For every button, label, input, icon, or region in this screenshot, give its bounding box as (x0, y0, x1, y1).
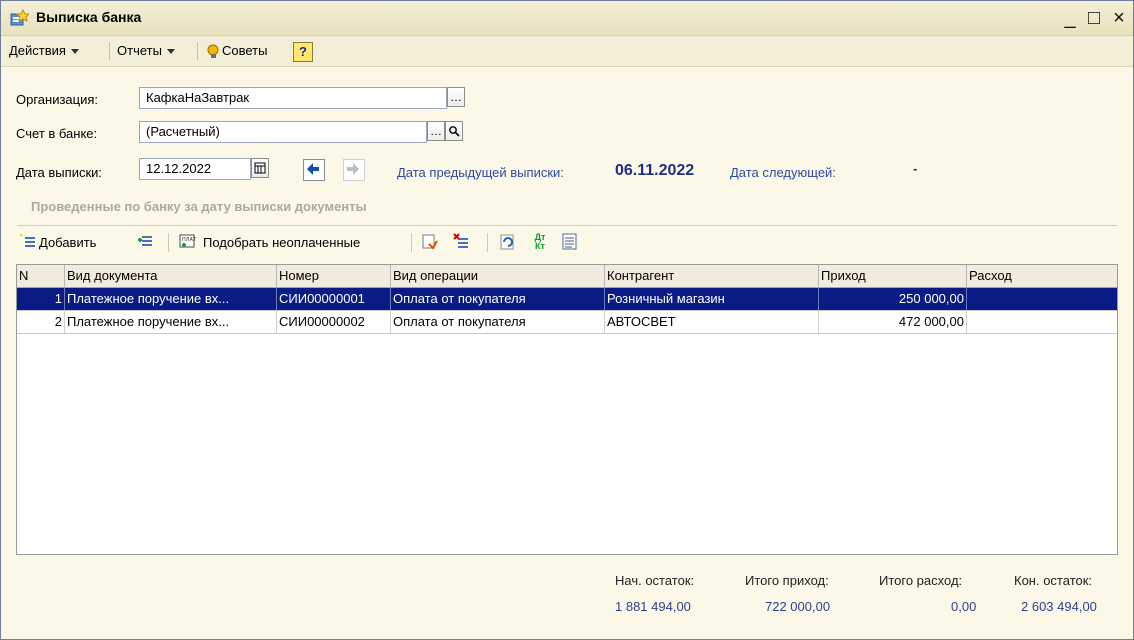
counterparty-cell: Розничный магазин (605, 288, 819, 310)
document-number-cell: СИИ00000002 (277, 311, 391, 333)
income-total-label: Итого приход: (745, 573, 829, 588)
tips-icon (207, 44, 219, 58)
table-header: N Вид документа Номер Вид операции Контр… (17, 265, 1117, 288)
reports-menu-label: Отчеты (117, 43, 162, 58)
bank-account-select-button[interactable]: … (427, 121, 445, 141)
svg-text:ПЛАТ: ПЛАТ (182, 237, 197, 243)
row-number: 2 (17, 311, 65, 333)
expense-total-label: Итого расход: (879, 573, 963, 588)
documents-table[interactable]: N Вид документа Номер Вид операции Контр… (16, 264, 1118, 555)
menu-bar: Действия Отчеты Советы ? (1, 36, 1133, 67)
previous-statement-label: Дата предыдущей выписки: (397, 165, 564, 180)
tips-button[interactable]: Советы (222, 43, 267, 58)
opening-balance-value: 1 881 494,00 (615, 599, 691, 614)
section-divider (17, 225, 1117, 226)
header-document-type[interactable]: Вид документа (65, 265, 277, 287)
chevron-down-icon (70, 49, 79, 55)
structure-icon[interactable] (561, 233, 579, 251)
table-row[interactable]: 2 Платежное поручение вх... СИИ00000002 … (17, 311, 1117, 334)
toolbar-separator (487, 233, 488, 252)
counterparty-cell: АВТОСВЕТ (605, 311, 819, 333)
post-icon[interactable] (421, 233, 439, 251)
search-icon[interactable] (445, 121, 463, 141)
income-cell: 250 000,00 (819, 288, 967, 310)
minimize-button[interactable]: _ (1057, 5, 1083, 31)
expense-total-value: 0,00 (951, 599, 977, 614)
next-statement-button[interactable] (343, 159, 365, 181)
payment-order-icon: ПЛАТ (179, 233, 197, 251)
organization-select-button[interactable]: … (447, 87, 465, 107)
reports-menu[interactable]: Отчеты (117, 43, 175, 58)
document-number-cell: СИИ00000001 (277, 288, 391, 310)
dt-kt-icon[interactable]: Дт Кт (531, 233, 549, 251)
header-operation[interactable]: Вид операции (391, 265, 605, 287)
organization-field[interactable]: КафкаНаЗавтрак (139, 87, 447, 109)
table-row[interactable]: 1 Платежное поручение вх... СИИ00000001 … (17, 288, 1117, 311)
calendar-icon[interactable] (251, 158, 269, 178)
header-expense[interactable]: Расход (967, 265, 1117, 287)
previous-statement-button[interactable] (303, 159, 325, 181)
arrow-right-icon (347, 163, 359, 175)
window-titlebar: Выписка банка _ □ × (1, 1, 1133, 36)
chevron-down-icon (166, 49, 175, 55)
next-statement-label: Дата следующей: (730, 165, 836, 180)
bank-account-label: Счет в банке: (16, 126, 98, 141)
header-counterparty[interactable]: Контрагент (605, 265, 819, 287)
statement-date-label: Дата выписки: (16, 165, 103, 180)
add-copy-icon[interactable] (137, 233, 155, 251)
refresh-icon[interactable] (499, 233, 517, 251)
document-type-cell: Платежное поручение вх... (65, 311, 277, 333)
section-title: Проведенные по банку за дату выписки док… (31, 199, 367, 214)
opening-balance-label: Нач. остаток: (615, 573, 695, 588)
income-total-value: 722 000,00 (765, 599, 831, 614)
actions-menu-label: Действия (9, 43, 66, 58)
expense-cell (967, 311, 1117, 333)
operation-cell: Оплата от покупателя (391, 288, 605, 310)
header-n[interactable]: N (17, 265, 65, 287)
document-type-cell: Платежное поручение вх... (65, 288, 277, 310)
actions-menu[interactable]: Действия (9, 43, 79, 58)
income-cell: 472 000,00 (819, 311, 967, 333)
maximize-button[interactable]: □ (1081, 5, 1107, 31)
help-button[interactable]: ? (293, 42, 313, 62)
organization-label: Организация: (16, 92, 99, 107)
window-title: Выписка банка (36, 9, 142, 25)
statement-date-field[interactable]: 12.12.2022 (139, 158, 251, 180)
arrow-left-icon (307, 163, 319, 175)
row-number: 1 (17, 288, 65, 310)
menu-separator (197, 42, 198, 60)
add-icon (19, 233, 37, 251)
expense-cell (967, 288, 1117, 310)
delete-mark-icon[interactable] (453, 233, 471, 251)
menu-separator (109, 42, 110, 60)
bank-account-field[interactable]: (Расчетный) (139, 121, 427, 143)
add-button[interactable]: Добавить (39, 235, 96, 250)
select-unpaid-button[interactable]: Подобрать неоплаченные (203, 235, 360, 250)
bank-statement-window: Выписка банка _ □ × Действия Отчеты Сове… (0, 0, 1134, 640)
header-income[interactable]: Приход (819, 265, 967, 287)
bank-statement-icon (10, 9, 29, 26)
toolbar-separator (168, 233, 169, 252)
header-number[interactable]: Номер (277, 265, 391, 287)
toolbar-separator (411, 233, 412, 252)
closing-balance-label: Кон. остаток: (1014, 573, 1093, 588)
close-button[interactable]: × (1106, 5, 1132, 31)
previous-statement-date: 06.11.2022 (615, 162, 695, 179)
operation-cell: Оплата от покупателя (391, 311, 605, 333)
closing-balance-value: 2 603 494,00 (1021, 599, 1097, 614)
next-statement-date: - (913, 161, 918, 176)
